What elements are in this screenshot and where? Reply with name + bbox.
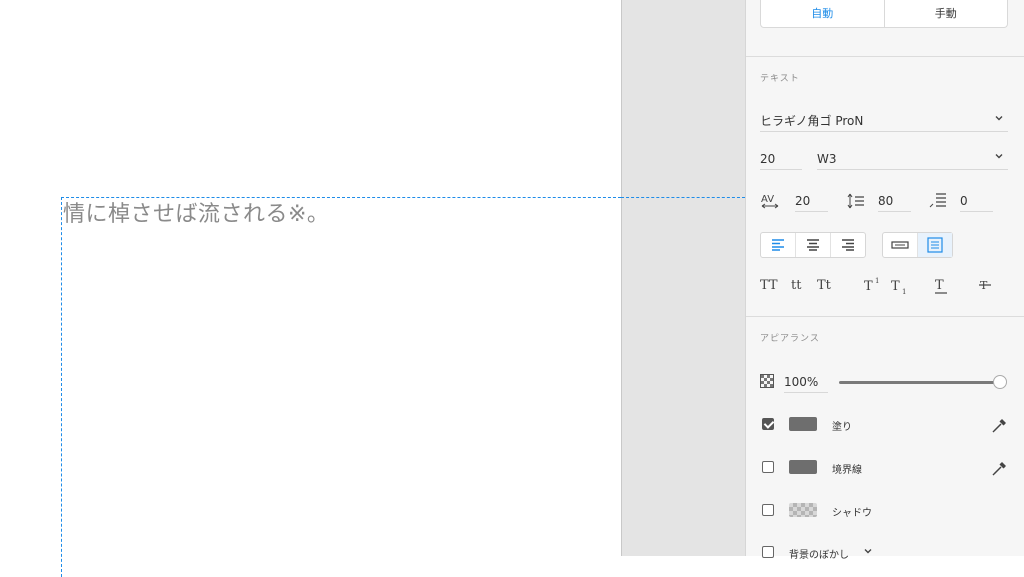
shadow-checkbox[interactable] <box>762 504 774 516</box>
align-right-button[interactable] <box>831 233 865 257</box>
fill-color-swatch[interactable] <box>789 417 817 431</box>
canvas-text[interactable]: 情に棹させば流される※。 <box>63 196 329 228</box>
border-color-swatch[interactable] <box>789 460 817 474</box>
text-sizing-toggle: 自動 手動 <box>760 0 1008 28</box>
point-text-button[interactable] <box>883 233 918 257</box>
opacity-icon <box>760 374 774 392</box>
auto-size-button[interactable]: 自動 <box>761 0 885 27</box>
line-spacing-icon <box>846 192 866 214</box>
lowercase-button[interactable]: tt <box>791 278 801 293</box>
align-left-icon <box>772 239 784 251</box>
underline-icon: T <box>935 278 947 294</box>
opacity-slider-handle[interactable] <box>993 375 1007 389</box>
align-right-icon <box>842 239 854 251</box>
chevron-down-icon <box>994 149 1004 169</box>
char-spacing-field[interactable]: 20 <box>795 191 828 212</box>
character-spacing-icon: AV <box>760 192 780 214</box>
font-family-select[interactable]: ヒラギノ角ゴ ProN <box>760 111 1008 132</box>
selection-guide <box>621 197 745 198</box>
opacity-field[interactable]: 100% <box>784 372 828 393</box>
text-section-title: テキスト <box>760 74 800 84</box>
shadow-swatch[interactable] <box>789 503 817 517</box>
text-frame-type-group <box>882 232 953 258</box>
fill-checkbox[interactable] <box>762 418 774 430</box>
svg-text:T: T <box>935 278 944 293</box>
eyedropper-icon[interactable] <box>991 459 1009 481</box>
subscript-button[interactable]: T1 <box>891 276 909 300</box>
font-weight-select[interactable]: W3 <box>817 149 1008 170</box>
svg-text:1: 1 <box>875 277 879 285</box>
superscript-button[interactable]: T1 <box>864 276 882 298</box>
eyedropper-icon[interactable] <box>991 416 1009 438</box>
paragraph-spacing-icon <box>928 191 948 215</box>
svg-text:T: T <box>864 279 873 294</box>
font-weight-value: W3 <box>817 152 837 166</box>
shadow-label: シャドウ <box>832 508 872 519</box>
subscript-icon: T1 <box>891 279 906 296</box>
font-size-field[interactable]: 20 <box>760 149 802 170</box>
svg-text:1: 1 <box>902 288 906 296</box>
paragraph-spacing-field[interactable]: 0 <box>960 191 993 212</box>
border-label: 境界線 <box>832 465 862 476</box>
appearance-section-title: アピアランス <box>760 334 820 344</box>
line-spacing-field[interactable]: 80 <box>878 191 911 212</box>
font-family-value: ヒラギノ角ゴ ProN <box>760 114 864 128</box>
align-center-button[interactable] <box>796 233 831 257</box>
border-checkbox[interactable] <box>762 461 774 473</box>
chevron-down-icon <box>994 111 1004 131</box>
uppercase-button[interactable]: TT <box>760 278 778 293</box>
strikethrough-button[interactable]: T <box>978 276 992 298</box>
area-text-icon <box>927 237 943 253</box>
opacity-slider-track[interactable] <box>839 381 1001 384</box>
manual-size-button[interactable]: 手動 <box>885 0 1008 27</box>
align-center-icon <box>807 239 819 251</box>
point-text-icon <box>891 241 909 249</box>
svg-text:T: T <box>891 279 900 294</box>
text-box-frame[interactable] <box>61 197 621 577</box>
background-blur-checkbox[interactable] <box>762 546 774 558</box>
fill-label: 塗り <box>832 422 852 433</box>
text-align-group <box>760 232 866 258</box>
divider <box>746 56 1024 57</box>
pasteboard <box>621 0 745 556</box>
svg-text:AV: AV <box>761 194 774 205</box>
titlecase-button[interactable]: Tt <box>817 278 831 293</box>
divider <box>746 316 1024 317</box>
underline-button[interactable]: T <box>934 276 948 298</box>
strikethrough-icon: T <box>979 279 991 292</box>
property-inspector: 自動 手動 テキスト ヒラギノ角ゴ ProN 20 W3 AV 20 80 0 <box>745 0 1024 561</box>
superscript-icon: T1 <box>864 277 879 294</box>
background-blur-label: 背景のぼかし <box>789 550 849 561</box>
chevron-down-icon[interactable] <box>863 545 873 560</box>
align-left-button[interactable] <box>761 233 796 257</box>
area-text-button[interactable] <box>918 233 952 257</box>
